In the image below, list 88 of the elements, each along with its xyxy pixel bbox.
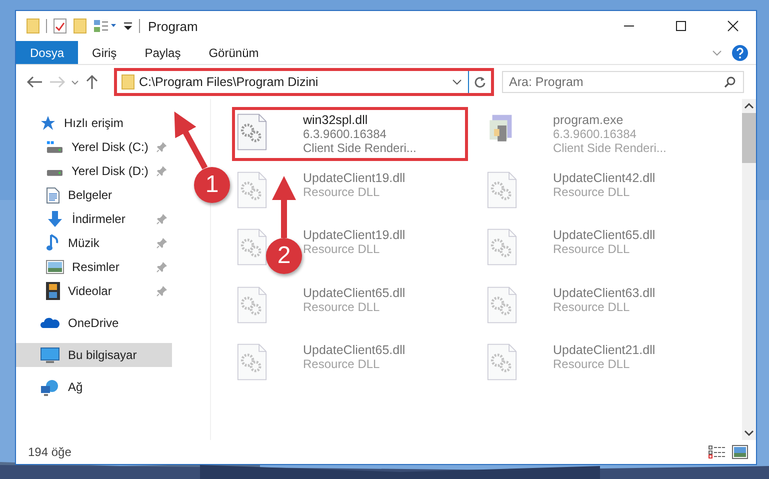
file-detail: Resource DLL [303, 357, 381, 371]
file-name[interactable]: UpdateClient19.dll [303, 228, 406, 242]
sidebar-label: Ağ [68, 380, 84, 394]
sidebar-label: Hızlı erişim [64, 116, 124, 130]
dropdown-icon[interactable] [123, 20, 133, 32]
file-name[interactable]: UpdateClient42.dll [553, 170, 656, 184]
sidebar-item[interactable]: Resimler [16, 255, 172, 279]
file-name[interactable]: UpdateClient21.dll [553, 343, 656, 357]
file-name[interactable]: win32spl.dll [303, 113, 416, 127]
file-name[interactable]: UpdateClient65.dll [303, 286, 406, 300]
sidebar-item[interactable]: İndirmeler [16, 207, 172, 231]
large-icons-view-icon[interactable] [732, 445, 748, 459]
file-gear-icon [487, 228, 517, 266]
sidebar-item[interactable]: Yerel Disk (D:) [16, 159, 172, 183]
file-name[interactable]: UpdateClient65.dll [303, 343, 406, 357]
sidebar-item[interactable]: OneDrive [16, 311, 172, 335]
file-detail: Client Side Renderi... [303, 141, 416, 155]
picture-icon [46, 260, 64, 274]
file-gear-icon [487, 286, 517, 324]
file-detail: Resource DLL [553, 300, 630, 314]
file-detail: 6.3.9600.16384 [303, 127, 388, 141]
sidebar-item[interactable]: Hızlı erişim [16, 111, 172, 135]
help-icon[interactable] [732, 44, 748, 60]
sidebar-item[interactable]: Yerel Disk (C:) [16, 135, 172, 159]
item-count: 194 öğe [28, 445, 72, 459]
file-gear-icon [487, 170, 517, 208]
address-bar[interactable]: C:\Program Files\Program Dizini [114, 68, 494, 96]
file-gear-icon [487, 343, 517, 381]
search-field[interactable]: Ara: Program [502, 71, 744, 93]
sidebar-item[interactable]: Bu bilgisayar [16, 343, 172, 367]
music-note-icon [46, 234, 60, 252]
file-detail: Resource DLL [553, 357, 631, 371]
ribbon-tab[interactable]: Paylaş [130, 41, 195, 64]
ribbon-tab[interactable]: Görünüm [194, 41, 273, 64]
file-detail: Resource DLL [553, 184, 630, 198]
properties-icon[interactable] [53, 18, 67, 34]
sidebar-label: Yerel Disk (D:) [71, 164, 148, 178]
file-name[interactable]: UpdateClient63.dll [553, 286, 656, 300]
document-icon [46, 186, 60, 204]
file-gear-icon [237, 170, 267, 208]
folder-icon [121, 74, 135, 90]
sidebar-item[interactable]: Müzik [16, 231, 172, 255]
file-detail: 6.3.9600.16384 [553, 127, 638, 141]
down-arrow-icon [46, 210, 64, 228]
file-detail: Resource DLL [553, 242, 631, 256]
file-name[interactable]: UpdateClient65.dll [553, 228, 656, 242]
scrollbar-thumb[interactable] [742, 113, 756, 163]
sidebar-label: Belgeler [68, 188, 114, 202]
scrollbar[interactable] [742, 99, 756, 440]
file-gear-icon [237, 286, 267, 324]
window-title: Program [148, 18, 199, 34]
search-icon [724, 76, 736, 88]
file-name[interactable]: UpdateClient19.dll [303, 170, 406, 184]
details-view-icon[interactable] [708, 445, 726, 459]
file-detail: Resource DLL [303, 184, 380, 198]
highlighted-file-item[interactable]: win32spl.dll 6.3.9600.16384 Client Side Renderi... [232, 107, 468, 161]
file-detail: Resource DLL [303, 242, 381, 256]
drive-icon [46, 140, 64, 154]
sidebar-label: Videolar [68, 284, 113, 298]
close-icon[interactable] [727, 20, 739, 32]
sidebar-label: Resimler [72, 260, 120, 274]
monitor-icon [40, 346, 60, 364]
arrow [272, 176, 296, 238]
chevron-icon[interactable] [452, 78, 462, 86]
ribbon-tab[interactable]: Giriş [78, 41, 131, 64]
sidebar-label: İndirmeler [72, 212, 126, 226]
arrow [174, 111, 208, 170]
sidebar-label: Yerel Disk (C:) [71, 140, 148, 154]
file-name[interactable]: program.exe [553, 113, 666, 127]
sidebar-label: OneDrive [68, 316, 120, 330]
sidebar-label: Müzik [68, 236, 100, 250]
star-icon [40, 115, 56, 131]
file-detail: Resource DLL [303, 300, 380, 314]
view-menu-icon[interactable] [93, 19, 117, 33]
maximize-icon[interactable] [675, 20, 687, 32]
sidebar-label: Bu bilgisayar [68, 348, 138, 362]
refresh-icon[interactable] [474, 76, 486, 88]
network-icon [40, 378, 60, 396]
cloud-icon [40, 317, 60, 329]
file-gear-icon [237, 113, 267, 151]
ribbon-tab[interactable]: Dosya [16, 41, 78, 64]
file-gear-icon [237, 228, 267, 266]
file-detail: Client Side Renderi... [553, 141, 666, 155]
file-gear-icon [237, 343, 267, 381]
sidebar-item[interactable]: Belgeler [16, 183, 172, 207]
sidebar-item[interactable]: Ağ [16, 375, 172, 399]
film-icon [46, 282, 60, 300]
sidebar-item[interactable]: Videolar [16, 279, 172, 303]
